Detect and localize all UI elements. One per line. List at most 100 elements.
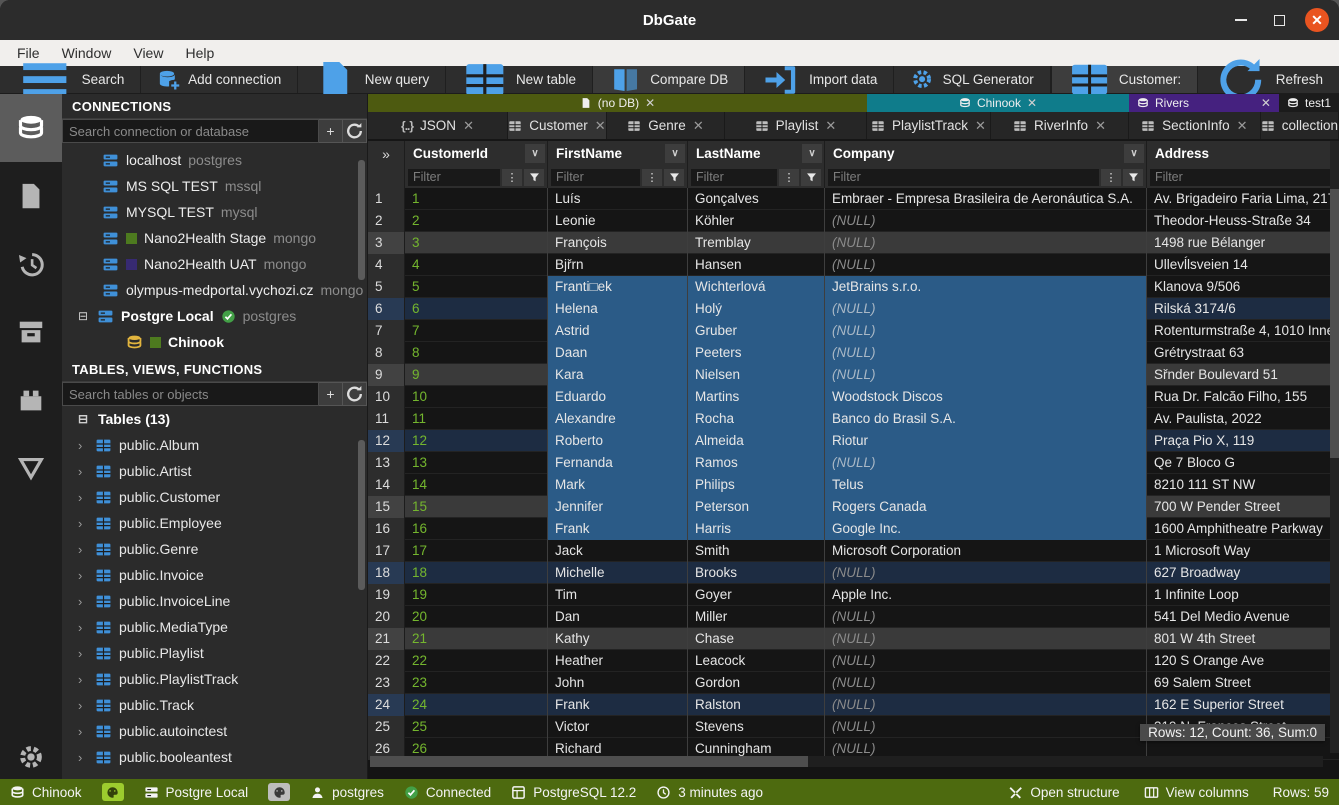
grid-cell[interactable]: (NULL) bbox=[825, 716, 1147, 738]
grid-cell[interactable]: Alexandre bbox=[548, 408, 688, 430]
table-row[interactable]: 1212RobertoAlmeidaRioturPraça Pio X, 119 bbox=[368, 430, 1339, 452]
toolbar-button[interactable]: SQL Generator bbox=[894, 66, 1050, 93]
grid-cell[interactable]: Praça Pio X, 119 bbox=[1147, 430, 1261, 452]
grid-cell[interactable]: Rua Dr. Falcăo Filho, 155 bbox=[1147, 386, 1314, 408]
filter-input[interactable] bbox=[1150, 169, 1336, 186]
status-item[interactable]: Postgre Local bbox=[144, 785, 249, 800]
grid-cell[interactable]: 69 Salem Street bbox=[1147, 672, 1258, 694]
table-row[interactable]: 99KaraNielsen(NULL)Sřnder Boulevard 51 bbox=[368, 364, 1339, 386]
grid-cell[interactable]: François bbox=[548, 232, 688, 254]
grid-cell[interactable]: 801 W 4th Street bbox=[1147, 628, 1262, 650]
funnel-icon[interactable] bbox=[801, 169, 821, 186]
grid-cell[interactable]: Mark bbox=[548, 474, 688, 496]
grid-cell[interactable]: (NULL) bbox=[825, 650, 1147, 672]
grid-cell[interactable]: 541 Del Medio Avenue bbox=[1147, 606, 1297, 628]
table-row[interactable]: 44BjřrnHansen(NULL)Ullevĺlsveien 14 bbox=[368, 254, 1339, 276]
grid-cell[interactable]: Klanova 9/506 bbox=[1147, 276, 1247, 298]
connections-refresh-button[interactable] bbox=[343, 119, 367, 143]
table-row[interactable]: 11LuísGonçalvesEmbraer - Empresa Brasile… bbox=[368, 188, 1339, 210]
grid-cell[interactable]: Hansen bbox=[688, 254, 825, 276]
table-item[interactable]: › public.PlaylistTrack bbox=[62, 666, 367, 692]
table-row[interactable]: 2323JohnGordon(NULL)69 Salem Street bbox=[368, 672, 1339, 694]
grid-cell[interactable]: 21 bbox=[405, 628, 548, 650]
chevron-right-icon[interactable]: › bbox=[78, 568, 88, 583]
grid-cell[interactable]: 13 bbox=[368, 452, 405, 474]
grid-cell[interactable]: Jack bbox=[548, 540, 688, 562]
grid-cell[interactable]: 23 bbox=[368, 672, 405, 694]
grid-cell[interactable]: Theodor-Heuss-Straße 34 bbox=[1147, 210, 1318, 232]
grid-cell[interactable]: 3 bbox=[368, 232, 405, 254]
close-icon[interactable]: ✕ bbox=[1027, 96, 1037, 110]
table-row[interactable]: 33FrançoisTremblay(NULL)1498 rue Bélange… bbox=[368, 232, 1339, 254]
close-icon[interactable]: ✕ bbox=[1237, 118, 1248, 134]
chevron-right-icon[interactable]: › bbox=[78, 620, 88, 635]
grid-cell[interactable]: 12 bbox=[368, 430, 405, 452]
collapse-icon[interactable]: ⊟ bbox=[76, 412, 90, 426]
grid-cell[interactable]: 16 bbox=[368, 518, 405, 540]
grid-cell[interactable]: 120 S Orange Ave bbox=[1147, 650, 1271, 672]
grid-cell[interactable]: Frank bbox=[548, 694, 688, 716]
grid-cell[interactable]: Victor bbox=[548, 716, 688, 738]
grid-cell[interactable]: 24 bbox=[405, 694, 548, 716]
grid-cell[interactable]: (NULL) bbox=[825, 298, 1147, 320]
connections-search-input[interactable] bbox=[62, 119, 319, 143]
rail-plugins-icon[interactable] bbox=[0, 366, 62, 434]
tab[interactable]: Genre ✕ bbox=[607, 112, 725, 139]
grid-cell[interactable]: (NULL) bbox=[825, 364, 1147, 386]
connection-item[interactable]: MS SQL TEST mssql bbox=[62, 173, 367, 199]
tables-search-input[interactable] bbox=[62, 382, 319, 406]
tab-group[interactable]: Rivers ✕ bbox=[1129, 94, 1279, 112]
grid-cell[interactable]: 7 bbox=[405, 320, 548, 342]
toolbar-button[interactable]: Search bbox=[0, 66, 141, 93]
grid-cell[interactable]: Philips bbox=[688, 474, 825, 496]
kebab-menu-icon[interactable]: ⋮ bbox=[779, 169, 799, 186]
grid-cell[interactable]: Gordon bbox=[688, 672, 825, 694]
status-action[interactable]: View columns bbox=[1144, 785, 1249, 800]
grid-cell[interactable]: 17 bbox=[405, 540, 548, 562]
grid-cell[interactable]: Michelle bbox=[548, 562, 688, 584]
grid-cell[interactable]: Köhler bbox=[688, 210, 825, 232]
table-row[interactable]: 88DaanPeeters(NULL)Grétrystraat 63 bbox=[368, 342, 1339, 364]
grid-cell[interactable]: 162 E Superior Street bbox=[1147, 694, 1291, 716]
grid-cell[interactable]: Luís bbox=[548, 188, 688, 210]
toolbar-button[interactable]: Import data bbox=[745, 66, 894, 93]
grid-cell[interactable]: Gruber bbox=[688, 320, 825, 342]
grid-cell[interactable]: Helena bbox=[548, 298, 688, 320]
grid-cell[interactable]: Telus bbox=[825, 474, 1147, 496]
chevron-right-icon[interactable]: › bbox=[78, 750, 88, 765]
add-connection-plus-button[interactable]: + bbox=[319, 119, 343, 143]
connection-item[interactable]: localhost postgres bbox=[62, 147, 367, 173]
add-table-plus-button[interactable]: + bbox=[319, 382, 343, 406]
grid-cell[interactable]: Heather bbox=[548, 650, 688, 672]
close-icon[interactable]: ✕ bbox=[693, 118, 704, 134]
grid-cell[interactable]: Dan bbox=[548, 606, 688, 628]
grid-cell[interactable]: 4 bbox=[405, 254, 548, 276]
column-header-address[interactable]: Address bbox=[1147, 141, 1339, 166]
close-icon[interactable]: ✕ bbox=[825, 118, 836, 134]
filter-input[interactable] bbox=[828, 169, 1099, 186]
grid-cell[interactable]: 1600 Amphitheatre Parkway bbox=[1147, 518, 1330, 540]
kebab-menu-icon[interactable]: ⋮ bbox=[502, 169, 522, 186]
table-row[interactable]: 1414MarkPhilipsTelus8210 111 ST NW bbox=[368, 474, 1339, 496]
status-item[interactable] bbox=[268, 783, 290, 801]
grid-cell[interactable]: (NULL) bbox=[825, 232, 1147, 254]
kebab-menu-icon[interactable]: ⋮ bbox=[1101, 169, 1121, 186]
grid-cell[interactable]: 4 bbox=[368, 254, 405, 276]
column-header-lastname[interactable]: LastName∨ bbox=[688, 141, 825, 166]
table-row[interactable]: 66HelenaHolý(NULL)Rilská 3174/6 bbox=[368, 298, 1339, 320]
status-action[interactable]: Rows: 59 bbox=[1273, 785, 1329, 800]
tables-refresh-button[interactable] bbox=[343, 382, 367, 406]
status-item[interactable] bbox=[102, 783, 124, 801]
table-item[interactable]: › public.Genre bbox=[62, 536, 367, 562]
grid-cell[interactable]: Grétrystraat 63 bbox=[1147, 342, 1251, 364]
table-item[interactable]: › public.Customer bbox=[62, 484, 367, 510]
grid-cell[interactable]: Roberto bbox=[548, 430, 688, 452]
chevron-right-icon[interactable]: › bbox=[78, 490, 88, 505]
grid-cell[interactable]: 1 Infinite Loop bbox=[1147, 584, 1246, 606]
tables-group-row[interactable]: ⊟ Tables (13) bbox=[62, 406, 367, 432]
grid-cell[interactable]: 6 bbox=[368, 298, 405, 320]
table-item[interactable]: › public.InvoiceLine bbox=[62, 588, 367, 614]
grid-cell[interactable]: Martins bbox=[688, 386, 825, 408]
grid-cell[interactable]: 16 bbox=[405, 518, 548, 540]
grid-cell[interactable]: Rotenturmstraße 4, 1010 Innere Stadt bbox=[1147, 320, 1339, 342]
